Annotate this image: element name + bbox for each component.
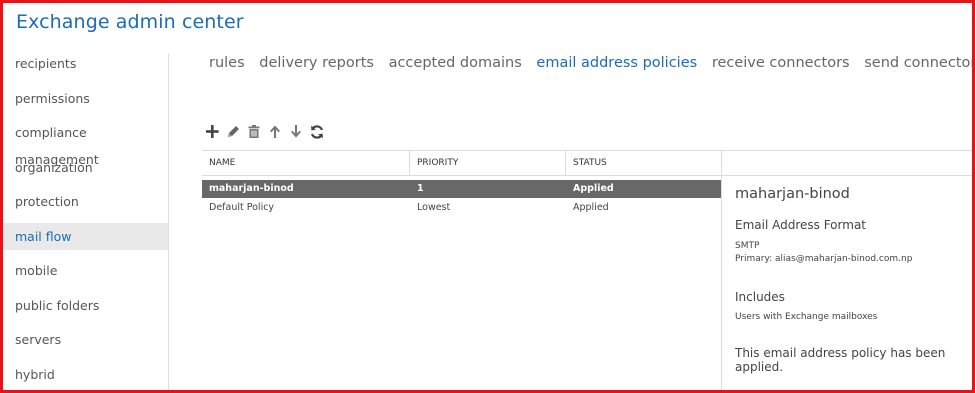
tab-receive-connectors[interactable]: receive connectors [712,55,850,71]
details-title: maharjan-binod [735,186,850,202]
details-format-type: SMTP [735,241,760,251]
details-header [722,150,972,176]
cell-name: Default Policy [209,202,275,213]
tab-email-address-policies[interactable]: email address policies [536,55,697,71]
tab-delivery-reports[interactable]: delivery reports [259,55,374,71]
column-header-priority[interactable]: PRIORITY [410,151,565,175]
details-format-heading: Email Address Format [735,218,866,232]
screenshot-frame: Exchange admin center recipients permiss… [0,0,975,393]
tab-rules[interactable]: rules [209,55,245,71]
details-includes-value: Users with Exchange mailboxes [735,312,878,322]
sidebar-item-protection[interactable]: protection [3,188,168,215]
sidebar-item-permissions[interactable]: permissions [3,85,168,112]
details-divider [721,150,722,390]
sidebar-item-mail-flow[interactable]: mail flow [3,222,168,250]
column-header-name[interactable]: NAME [202,151,409,175]
tab-send-connectors[interactable]: send connectors [864,55,972,71]
move-up-icon[interactable] [266,122,284,142]
sidebar-item-compliance-management[interactable]: compliance management [3,119,168,167]
sidebar-item-mobile[interactable]: mobile [3,257,168,284]
cell-name: maharjan-binod [209,183,294,194]
sidebar: recipients permissions compliance manage… [3,50,168,390]
table-header: NAME PRIORITY STATUS [202,150,722,176]
table-row[interactable]: Default Policy Lowest Applied [202,199,722,217]
cell-priority: Lowest [417,202,451,213]
tab-bar: rules delivery reports accepted domains … [209,55,972,71]
delete-icon[interactable] [245,122,263,142]
cell-status: Applied [573,202,609,213]
refresh-icon[interactable] [308,122,326,142]
cell-priority: 1 [417,183,424,194]
sidebar-item-servers[interactable]: servers [3,326,168,353]
sidebar-item-hybrid[interactable]: hybrid [3,361,168,388]
move-down-icon[interactable] [287,122,305,142]
table-row[interactable]: maharjan-binod 1 Applied [202,180,722,198]
details-includes-heading: Includes [735,290,785,304]
edit-icon[interactable] [224,122,242,142]
sidebar-divider [168,54,169,390]
column-header-status[interactable]: STATUS [566,151,722,175]
cell-status: Applied [573,183,614,194]
sidebar-item-recipients[interactable]: recipients [3,50,168,77]
details-format-primary: Primary: alias@maharjan-binod.com.np [735,254,913,264]
sidebar-item-public-folders[interactable]: public folders [3,292,168,319]
tab-accepted-domains[interactable]: accepted domains [389,55,522,71]
details-status-message: This email address policy has been appli… [735,346,946,374]
sidebar-item-organization[interactable]: organization [3,154,168,181]
app-title: Exchange admin center [16,11,244,33]
add-icon[interactable] [203,122,221,142]
